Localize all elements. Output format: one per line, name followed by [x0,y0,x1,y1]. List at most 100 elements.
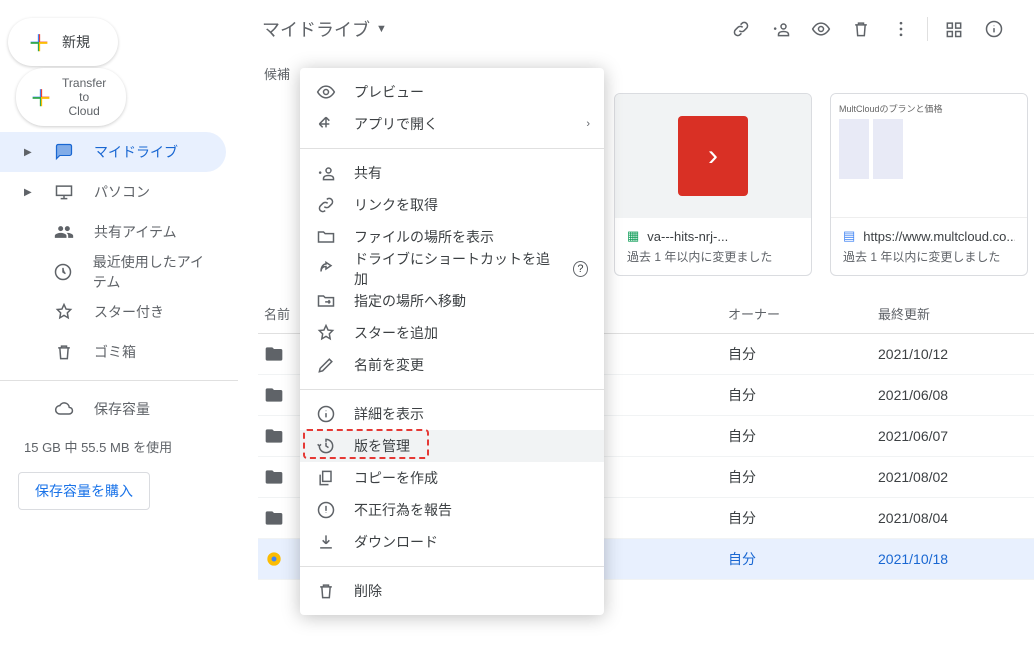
sidebar-item-trash[interactable]: ゴミ箱 [0,332,226,372]
ctx-download[interactable]: ダウンロード [300,526,604,558]
clock-icon [53,262,73,282]
owner-cell: 自分 [728,344,878,364]
transfer-button[interactable]: ＋ TransfertoCloud [16,68,126,126]
storage-usage: 15 GB 中 55.5 MB を使用 [0,429,238,464]
folder-icon [264,344,294,364]
ctx-open-with[interactable]: アプリで開く› [300,108,604,140]
pencil-icon [316,355,336,375]
warning-icon [316,500,336,520]
link-icon [316,195,336,215]
ctx-move[interactable]: 指定の場所へ移動 [300,285,604,317]
folder-icon [264,508,294,528]
chevron-down-icon: ▼ [376,23,387,35]
nav-label: 保存容量 [94,399,150,419]
transfer-label: TransfertoCloud [62,76,106,118]
sidebar-item-computers[interactable]: ▶ パソコン [0,172,226,212]
cloud-icon [54,399,74,419]
owner-cell: 自分 [728,508,878,528]
breadcrumb-label: マイドライブ [262,16,370,42]
star-icon [54,302,74,322]
new-button-label: 新規 [62,32,90,52]
image-icon [264,549,294,569]
modified-cell: 2021/10/18 [878,551,1028,567]
move-icon [316,291,336,311]
add-person-icon [316,163,336,183]
ctx-share[interactable]: 共有 [300,157,604,189]
context-menu: プレビュー アプリで開く› 共有 リンクを取得 ファイルの場所を表示 ドライブに… [300,68,604,615]
nav-label: パソコン [94,182,150,202]
ctx-get-link[interactable]: リンクを取得 [300,189,604,221]
people-icon [54,222,74,242]
caret-icon: ▶ [24,147,34,158]
nav-label: スター付き [94,302,164,322]
buy-storage-button[interactable]: 保存容量を購入 [18,472,150,510]
nav-label: マイドライブ [94,142,178,162]
sidebar-item-mydrive[interactable]: ▶ マイドライブ [0,132,226,172]
sidebar-item-recent[interactable]: 最近使用したアイテム [0,252,226,292]
help-icon: ? [573,261,588,277]
modified-cell: 2021/06/08 [878,387,1028,403]
owner-cell: 自分 [728,426,878,446]
sidebar-nav: ▶ マイドライブ ▶ パソコン 共有アイテム 最近使用したアイテム スター付き [0,132,238,518]
nav-label: 最近使用したアイテム [93,252,214,292]
grid-view-button[interactable] [934,9,974,49]
suggestion-card[interactable]: MultCloudのプランと価格 ▤https://www.multcloud.… [830,93,1028,276]
suggestion-card[interactable]: › ▦va---hits-nrj-... 過去 1 年以内に変更ました [614,93,812,276]
copy-icon [316,468,336,488]
info-button[interactable] [974,9,1014,49]
history-icon [316,436,336,456]
sheet-icon: › [678,116,748,196]
share-button[interactable] [761,9,801,49]
col-modified[interactable]: 最終更新 [878,304,1028,323]
star-icon [316,323,336,343]
shortcut-icon [316,259,336,279]
owner-cell: 自分 [728,549,878,569]
owner-cell: 自分 [728,467,878,487]
eye-icon [316,82,336,102]
ctx-star[interactable]: スターを追加 [300,317,604,349]
info-icon [316,404,336,424]
folder-icon [264,467,294,487]
breadcrumb[interactable]: マイドライブ ▼ [262,16,387,42]
ctx-report[interactable]: 不正行為を報告 [300,494,604,526]
computer-icon [54,182,74,202]
more-button[interactable] [881,9,921,49]
modified-cell: 2021/08/02 [878,469,1028,485]
owner-cell: 自分 [728,385,878,405]
chevron-right-icon: › [586,118,590,130]
sidebar: ＋ 新規 ＋ TransfertoCloud ▶ マイドライブ ▶ パソコン 共… [0,0,238,658]
delete-button[interactable] [841,9,881,49]
preview-button[interactable] [801,9,841,49]
folder-icon [316,227,336,247]
col-owner[interactable]: オーナー [728,304,878,323]
trash-icon [316,581,336,601]
plus-icon: ＋ [30,81,52,113]
trash-icon [54,342,74,362]
ctx-add-shortcut[interactable]: ドライブにショートカットを追加? [300,253,604,285]
ctx-details[interactable]: 詳細を表示 [300,398,604,430]
sidebar-item-storage[interactable]: 保存容量 [0,389,226,429]
plus-icon: ＋ [28,26,50,58]
modified-cell: 2021/08/04 [878,510,1028,526]
ctx-delete[interactable]: 削除 [300,575,604,607]
sheet-icon: ▦ [627,228,639,244]
new-button[interactable]: ＋ 新規 [8,18,118,66]
modified-cell: 2021/06/07 [878,428,1028,444]
sidebar-item-starred[interactable]: スター付き [0,292,226,332]
doc-icon: ▤ [843,228,855,244]
get-link-button[interactable] [721,9,761,49]
sidebar-item-shared[interactable]: 共有アイテム [0,212,226,252]
caret-icon: ▶ [24,187,34,198]
ctx-preview[interactable]: プレビュー [300,76,604,108]
ctx-versions[interactable]: 版を管理 [300,430,604,462]
download-icon [316,532,336,552]
folder-icon [264,385,294,405]
topbar: マイドライブ ▼ [258,0,1034,58]
open-icon [316,114,336,134]
nav-label: ゴミ箱 [94,342,136,362]
modified-cell: 2021/10/12 [878,346,1028,362]
folder-icon [264,426,294,446]
drive-icon [54,142,74,162]
ctx-copy[interactable]: コピーを作成 [300,462,604,494]
ctx-rename[interactable]: 名前を変更 [300,349,604,381]
